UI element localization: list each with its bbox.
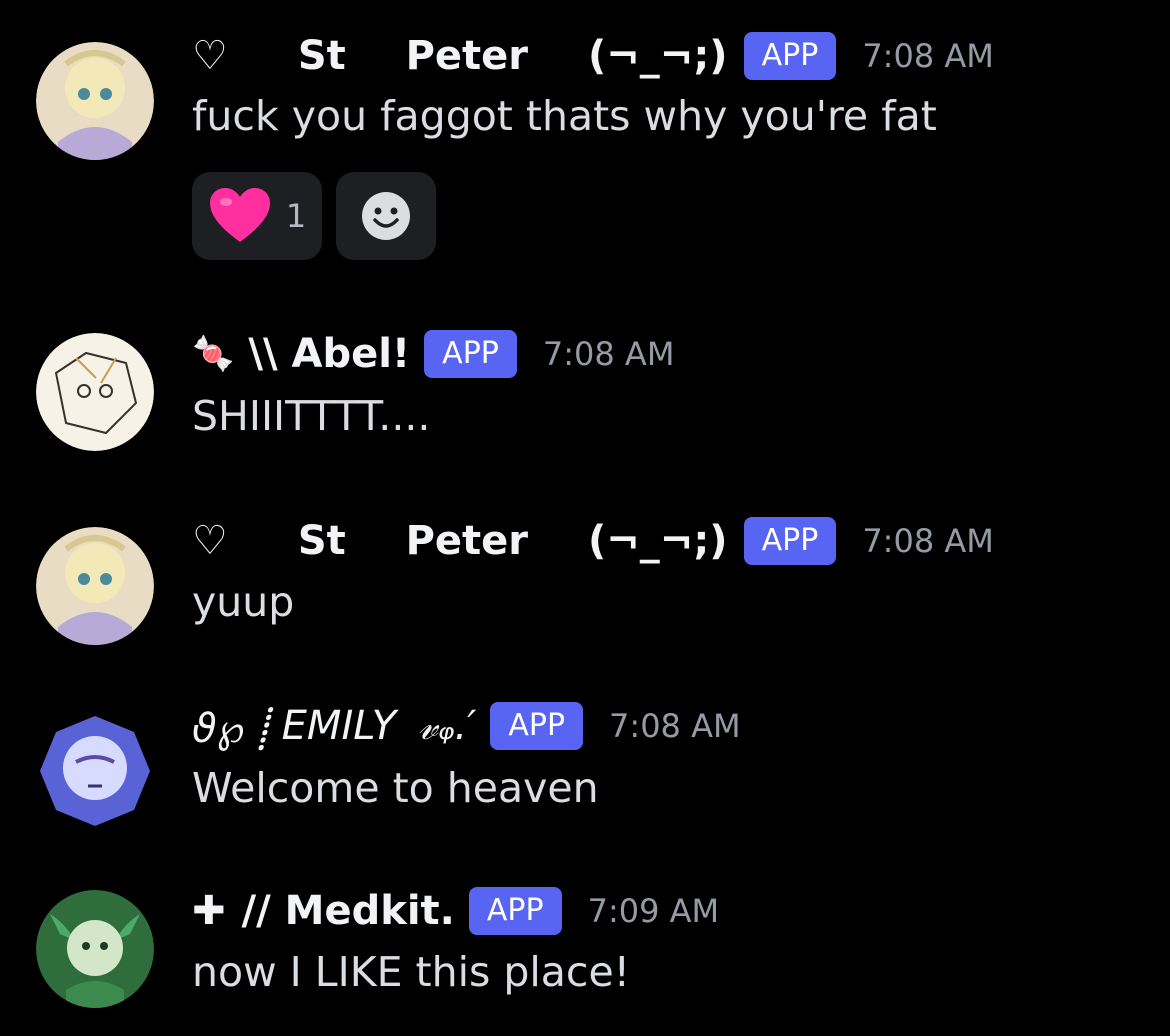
avatar-image [36, 712, 154, 830]
author-name[interactable]: St Peter [298, 33, 528, 79]
message-header: ♡ St Peter (¬_¬;) APP 7:08 AM [192, 28, 994, 84]
avatar-image [36, 890, 154, 1008]
app-badge: APP [743, 32, 837, 80]
author-name[interactable]: St Peter [298, 518, 528, 564]
author-name[interactable]: // Medkit. [242, 888, 455, 934]
timestamp[interactable]: 7:08 AM [609, 707, 741, 745]
reaction-heart[interactable]: 1 [192, 172, 322, 260]
message-header: ϑ℘ ⸽ EMILY 𝓋ᵩ.′ APP 7:08 AM [192, 698, 741, 754]
smiley-face-icon [362, 192, 410, 240]
app-badge: APP [490, 702, 584, 750]
author-name-suffix[interactable]: (¬_¬;) [588, 33, 728, 79]
reactions-bar: 1 [192, 172, 436, 260]
message-text: yuup [192, 578, 295, 626]
timestamp[interactable]: 7:08 AM [543, 335, 675, 373]
avatar-image [36, 333, 154, 451]
message-text: SHIIITTTT.... [192, 392, 431, 440]
author-name-suffix[interactable]: (¬_¬;) [588, 518, 728, 564]
message-text: fuck you faggot thats why you're fat [192, 92, 937, 140]
candy-icon: 🍬 [192, 334, 235, 374]
author-name[interactable]: EMILY [282, 703, 396, 749]
message-header: ♡ St Peter (¬_¬;) APP 7:08 AM [192, 513, 994, 569]
avatar-abel[interactable] [36, 333, 154, 451]
timestamp[interactable]: 7:09 AM [588, 892, 720, 930]
message-header: ✚ // Medkit. APP 7:09 AM [192, 883, 719, 939]
avatar-st-peter[interactable] [36, 527, 154, 645]
app-badge: APP [424, 330, 517, 378]
message-text: now I LIKE this place! [192, 948, 631, 996]
avatar-image [36, 527, 154, 645]
heart-outline-icon: ♡ [192, 518, 228, 564]
avatar-image [36, 42, 154, 160]
avatar-emily[interactable] [36, 712, 154, 830]
message-text: Welcome to heaven [192, 764, 599, 812]
timestamp[interactable]: 7:08 AM [862, 522, 994, 560]
decorative-symbols: ϑ℘ ⸽ [192, 705, 268, 752]
app-badge: APP [468, 887, 562, 935]
author-name[interactable]: \\ Abel! [248, 331, 410, 377]
avatar-st-peter[interactable] [36, 42, 154, 160]
heart-outline-icon: ♡ [192, 33, 228, 79]
message-header: 🍬 \\ Abel! APP 7:08 AM [192, 326, 674, 382]
author-name-suffix: 𝓋ᵩ.′ [418, 703, 477, 749]
timestamp[interactable]: 7:08 AM [862, 37, 994, 75]
avatar-medkit[interactable] [36, 890, 154, 1008]
add-reaction-button[interactable] [336, 172, 436, 260]
app-badge: APP [743, 517, 837, 565]
reaction-count: 1 [285, 197, 307, 235]
cross-icon: ✚ [192, 888, 226, 934]
pink-heart-icon [209, 188, 270, 242]
